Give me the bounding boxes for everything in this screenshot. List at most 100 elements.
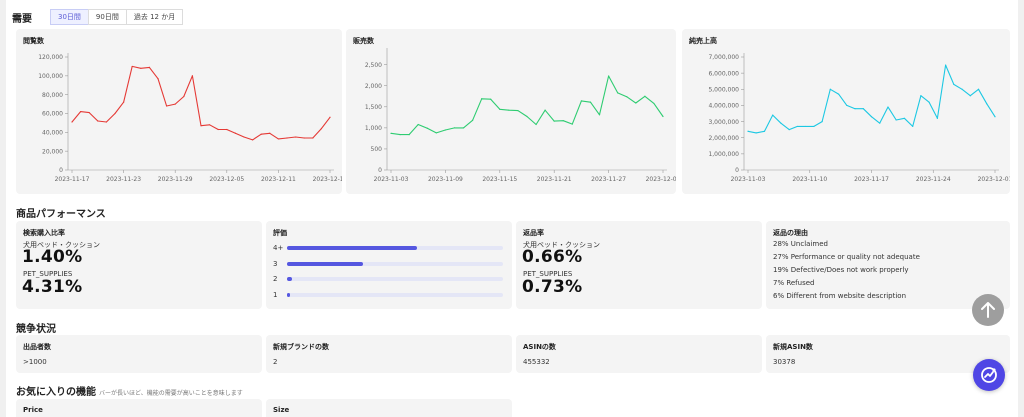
data-point [617, 92, 619, 94]
y-tick-label: 40,000 [42, 130, 63, 137]
data-point [977, 88, 980, 90]
x-tick-label: 2023-12-05 [209, 176, 244, 183]
data-point [453, 127, 456, 129]
x-tick-label: 2023-11-27 [591, 176, 626, 183]
data-point [329, 116, 331, 118]
data-point [986, 103, 988, 105]
data-point [390, 132, 392, 134]
rating-bar-track [287, 293, 503, 297]
data-point [312, 137, 314, 139]
rating-row: 2 [273, 274, 503, 284]
data-point [994, 116, 996, 118]
y-tick-label: 500 [371, 146, 383, 153]
performance-title: 商品パフォーマンス [16, 209, 106, 220]
data-point [200, 125, 202, 127]
data-point [580, 100, 582, 102]
seller-count-value: >1000 [23, 358, 47, 366]
search-conversion-category-value: 1.40% [22, 247, 83, 267]
series-line [71, 65, 331, 141]
x-tick-label: 2023-11-09 [428, 176, 463, 183]
data-point [544, 109, 546, 111]
asin-count-title: ASINの数 [523, 343, 556, 351]
data-point [426, 127, 428, 129]
data-point [408, 134, 410, 136]
rating-bar-fill [287, 293, 291, 297]
search-conversion-title: 検索購入比率 [23, 229, 65, 237]
data-point [953, 83, 955, 86]
favorites-subtitle: バーが長いほど、機能の需要が高いことを意味します [99, 390, 243, 397]
seller-count-card: 出品者数 >1000 [16, 335, 262, 373]
data-point [796, 125, 798, 128]
new-brands-card: 新規ブランドの数 2 [266, 335, 512, 373]
rating-row: 3 [273, 259, 503, 269]
x-tick-label: 2023-12-01 [978, 176, 1010, 183]
data-point [140, 67, 142, 69]
data-point [626, 96, 628, 98]
data-point [813, 125, 815, 128]
data-point [191, 75, 193, 77]
return-reason-item: 28% Unclaimed [773, 240, 828, 248]
y-tick-label: 120,000 [38, 54, 63, 61]
rating-card: 評価 4+ 3 2 1 [266, 221, 512, 309]
y-tick-label: 7,000,000 [708, 54, 739, 61]
y-tick-label: 1,000 [365, 125, 382, 132]
data-point [105, 121, 107, 123]
y-tick-label: 1,500 [365, 104, 382, 111]
data-point [854, 108, 856, 110]
feature-size-card: Size [266, 399, 512, 417]
return-rate-store-value: 0.73% [522, 277, 583, 297]
data-point [88, 111, 90, 114]
return-reason-item: 19% Defective/Does not work properly [773, 266, 909, 274]
scroll-to-top-button[interactable] [972, 294, 1004, 326]
data-point [462, 127, 465, 129]
new-brands-value: 2 [273, 358, 278, 366]
x-tick-label: 2023-12-17 [313, 176, 342, 183]
x-tick-label: 2023-11-24 [916, 176, 951, 183]
feature-price-card: Price [16, 399, 262, 417]
views-chart-card: 閲覧数 0 20,000 40,000 60,000 80,000 100,000 120,… [16, 29, 342, 194]
data-point [71, 121, 73, 123]
data-point [763, 130, 766, 132]
rating-bar-fill [287, 277, 293, 281]
y-tick-label: 2,500 [365, 62, 382, 69]
sales-line-chart: 0 500 1,000 1,500 2,000 2,500 2023-11-03 2023-1… [365, 48, 676, 183]
data-point [780, 122, 782, 124]
data-point [846, 104, 848, 107]
data-point [862, 108, 864, 110]
competition-title: 競争状況 [16, 324, 56, 335]
new-asin-count-title: 新規ASIN数 [773, 343, 813, 351]
rating-row-label: 3 [273, 260, 278, 268]
data-point [969, 95, 971, 97]
data-point [598, 114, 601, 116]
period-90-days-button[interactable]: 90日間 [87, 9, 127, 25]
y-tick-label: 2,000,000 [708, 135, 739, 142]
return-reason-item: 7% Refused [773, 279, 815, 287]
data-point [499, 108, 501, 110]
data-point [928, 101, 930, 103]
y-tick-label: 0 [378, 167, 382, 174]
data-point [114, 112, 116, 115]
data-point [635, 102, 637, 104]
new-brands-title: 新規ブランドの数 [273, 343, 329, 351]
asin-count-card: ASINの数 455332 [516, 335, 762, 373]
feature-price-title: Price [23, 406, 43, 414]
favorites-title: お気に入りの機能 バーが長いほど、機能の需要が高いことを意味します [16, 383, 243, 398]
period-30-days-button[interactable]: 30日間 [50, 9, 89, 25]
data-point [269, 132, 271, 134]
x-tick-label: 2023-12-11 [261, 176, 296, 183]
data-point [123, 101, 125, 103]
data-point [755, 132, 757, 134]
y-tick-label: 0 [735, 167, 739, 174]
data-point [829, 88, 831, 90]
rating-row-label: 4+ [273, 244, 284, 252]
views-line-chart: 0 20,000 40,000 60,000 80,000 100,000 120,000 2… [38, 53, 342, 183]
data-point [961, 88, 963, 90]
assistant-chat-button[interactable] [973, 359, 1005, 391]
data-point [747, 130, 749, 132]
x-tick-label: 2023-11-10 [792, 176, 827, 183]
data-point [553, 120, 555, 122]
series-line [390, 75, 664, 136]
return-rate-title: 返品率 [523, 229, 544, 237]
x-tick-label: 2023-11-23 [106, 176, 141, 183]
period-12-months-button[interactable]: 過去 12 か月 [125, 9, 184, 25]
